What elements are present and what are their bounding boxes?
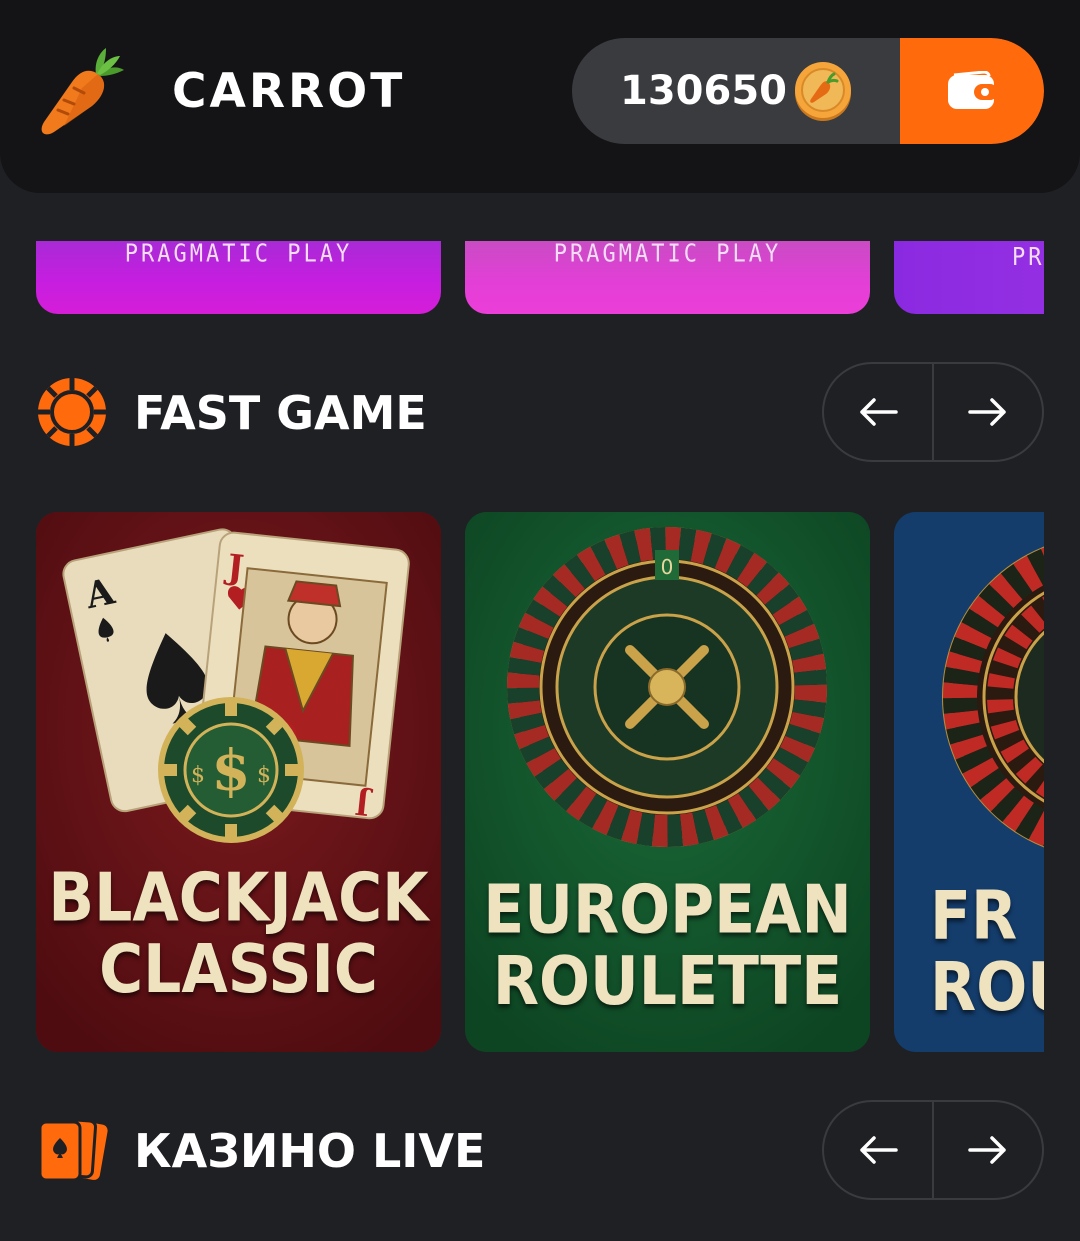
arrow-right-icon [968, 1136, 1006, 1164]
provider-card[interactable]: PRA [894, 241, 1044, 314]
game-card-european-roulette[interactable]: 0 EUROPEAN ROULETTE [465, 512, 870, 1052]
provider-label: PRAGMATIC PLAY [553, 241, 782, 269]
game-card-french-roulette[interactable]: FR ROU [894, 512, 1044, 1052]
game-title: EUROPEAN ROULETTE [483, 870, 852, 1022]
wallet-icon [948, 71, 998, 109]
arrow-left-icon [860, 398, 898, 426]
brand-name: CARROT [172, 64, 406, 119]
game-title: BLACKJACK CLASSIC [48, 858, 429, 1010]
svg-text:0: 0 [661, 555, 674, 579]
cards-icon [38, 1117, 108, 1182]
carrot-coin-icon [795, 62, 851, 121]
wallet-button[interactable] [900, 38, 1044, 144]
svg-text:$: $ [191, 763, 205, 788]
casino-live-header: КАЗИНО LIVE [36, 1100, 1044, 1200]
prev-button[interactable] [824, 364, 932, 460]
carousel-nav [822, 1100, 1044, 1200]
prev-button[interactable] [824, 1102, 932, 1198]
section-title: КАЗИНО LIVE [134, 1124, 486, 1178]
balance-value: 130650 [620, 68, 787, 114]
arrow-right-icon [968, 398, 1006, 426]
chip-icon [38, 378, 106, 446]
carousel-nav [822, 362, 1044, 462]
fast-game-carousel[interactable]: A J J $ $ $ BLACKJACK CLASSIC 0 EUROPEAN… [36, 512, 1044, 1052]
app-screen: CARROT 130650 PRAGMATIC PLAY PRAGMATIC P… [0, 0, 1080, 1241]
svg-text:$: $ [257, 763, 271, 788]
section-title: FAST GAME [134, 386, 427, 440]
provider-label: PRA [1012, 243, 1044, 272]
top-header: CARROT 130650 [0, 0, 1080, 193]
provider-card[interactable]: PRAGMATIC PLAY [465, 241, 870, 314]
carrot-icon[interactable] [34, 44, 128, 138]
provider-card[interactable]: PRAGMATIC PLAY [36, 241, 441, 314]
game-title: FR ROU [930, 876, 1044, 1028]
fast-game-header: FAST GAME [36, 362, 1044, 462]
provider-label: PRAGMATIC PLAY [124, 241, 353, 269]
provider-carousel[interactable]: PRAGMATIC PLAY PRAGMATIC PLAY PRA [36, 241, 1044, 314]
balance-pill: 130650 [572, 38, 1044, 144]
next-button[interactable] [934, 364, 1042, 460]
svg-text:$: $ [212, 738, 251, 804]
arrow-left-icon [860, 1136, 898, 1164]
game-card-blackjack[interactable]: A J J $ $ $ BLACKJACK CLASSIC [36, 512, 441, 1052]
next-button[interactable] [934, 1102, 1042, 1198]
